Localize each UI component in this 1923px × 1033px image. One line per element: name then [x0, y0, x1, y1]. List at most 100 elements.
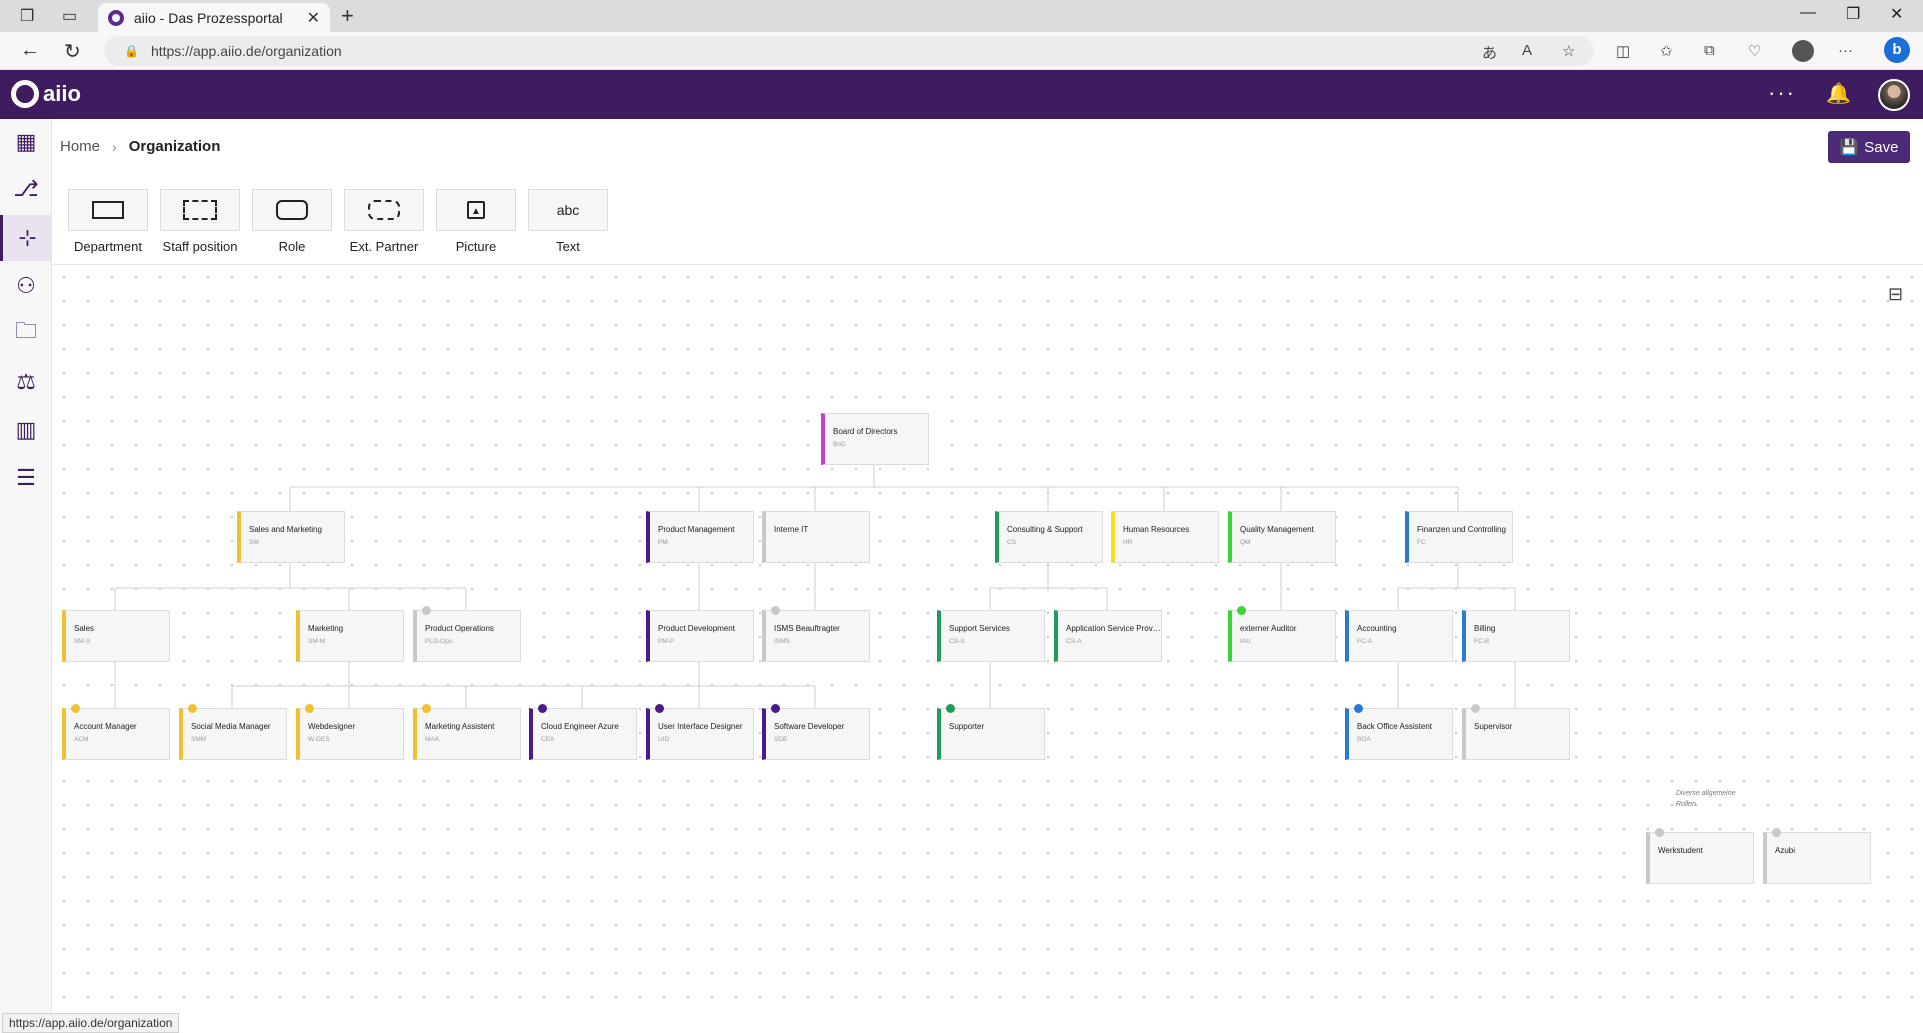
org-node-name: Product Operations: [425, 624, 494, 633]
org-node-ws[interactable]: Werkstudent: [1646, 828, 1754, 884]
org-node-cea[interactable]: Cloud Engineer Azure CEA: [529, 704, 637, 760]
role-cap-icon: [1237, 606, 1246, 615]
org-node-name: Azubi: [1775, 846, 1796, 855]
org-node-name: Support Services: [949, 624, 1010, 633]
role-cap-icon: [771, 704, 780, 713]
org-node-pd[interactable]: Product Development PM-P: [646, 610, 754, 662]
note-line-2: Rollen: [1676, 801, 1696, 808]
role-cap-icon: [305, 704, 314, 713]
note-line-1: Diverse allgemeine: [1676, 790, 1736, 797]
org-node-name: Marketing Assistent: [425, 722, 495, 731]
org-node-abbreviation: PLG-Ops: [425, 638, 453, 645]
org-node-abbreviation: CEA: [541, 736, 555, 743]
org-node-iau[interactable]: externer Auditor IAU: [1228, 606, 1336, 662]
org-node-name: ISMS Beauftragter: [774, 624, 840, 633]
org-node-smm[interactable]: Social Media Manager SMM: [179, 704, 287, 760]
role-cap-icon: [1655, 828, 1664, 837]
org-node-abbreviation: UID: [658, 736, 670, 743]
org-node-name: Billing: [1474, 624, 1496, 633]
org-node-name: Marketing: [308, 624, 344, 633]
org-node-name: Sales: [74, 624, 95, 633]
org-node-name: Account Manager: [74, 722, 137, 731]
org-node-name: Product Development: [658, 624, 735, 633]
org-node-wdes[interactable]: Webdesigner W-DES: [296, 704, 404, 760]
org-node-name: User Interface Designer: [658, 722, 743, 731]
org-node-cs[interactable]: Consulting & Support CS: [995, 511, 1103, 563]
org-node-acm[interactable]: Account Manager ACM: [62, 704, 170, 760]
org-node-abbreviation: CS: [1007, 539, 1017, 546]
org-node-abbreviation: FC: [1417, 539, 1426, 546]
org-node-abbreviation: BoD: [833, 441, 846, 448]
org-node-fc[interactable]: Finanzen und Controlling FC: [1405, 511, 1513, 563]
role-cap-icon: [188, 704, 197, 713]
org-node-ss[interactable]: Support Services CS-S: [937, 610, 1045, 662]
org-node-asp[interactable]: Application Service Provi... CS-A: [1054, 610, 1162, 662]
org-node-sde[interactable]: Software Developer SDE: [762, 704, 870, 760]
org-node-qm[interactable]: Quality Management QM: [1228, 511, 1336, 563]
org-node-name: Supervisor: [1474, 722, 1513, 731]
org-node-isms[interactable]: ISMS Beauftragter ISMS: [762, 606, 870, 662]
org-node-abbreviation: SM-M: [308, 638, 326, 645]
org-node-abbreviation: IAU: [1240, 638, 1251, 645]
org-node-name: Consulting & Support: [1007, 525, 1083, 534]
role-cap-icon: [1354, 704, 1363, 713]
org-node-abbreviation: QM: [1240, 539, 1251, 546]
org-node-name: Human Resources: [1123, 525, 1190, 534]
org-node-pm[interactable]: Product Management PM: [646, 511, 754, 563]
role-cap-icon: [946, 704, 955, 713]
org-node-plg[interactable]: Product Operations PLG-Ops: [413, 606, 521, 662]
org-node-name: Social Media Manager: [191, 722, 271, 731]
org-node-sales[interactable]: Sales SM-S: [62, 610, 170, 662]
org-node-abbreviation: SM: [249, 539, 259, 546]
role-cap-icon: [655, 704, 664, 713]
org-node-name: externer Auditor: [1240, 624, 1297, 633]
org-node-boa[interactable]: Back Office Assistent BOA: [1345, 704, 1453, 760]
org-node-abbreviation: CS-A: [1066, 638, 1082, 645]
org-node-name: Board of Directors: [833, 427, 898, 436]
org-node-name: Cloud Engineer Azure: [541, 722, 619, 731]
org-node-name: Back Office Assistent: [1357, 722, 1432, 731]
org-node-abbreviation: W-DES: [308, 736, 330, 743]
org-node-abbreviation: PM: [658, 539, 668, 546]
org-node-abbreviation: ISMS: [774, 638, 790, 645]
org-node-hr[interactable]: Human Resources HR: [1111, 511, 1219, 563]
org-node-abbreviation: ACM: [74, 736, 89, 743]
role-cap-icon: [422, 704, 431, 713]
org-node-name: Accounting: [1357, 624, 1397, 633]
org-node-abbreviation: SMM: [191, 736, 207, 743]
org-node-abbreviation: SM-S: [74, 638, 91, 645]
org-node-abbreviation: PM-P: [658, 638, 675, 645]
role-cap-icon: [1772, 828, 1781, 837]
org-node-name: Software Developer: [774, 722, 845, 731]
org-node-name: Webdesigner: [308, 722, 355, 731]
org-node-abbreviation: SDE: [774, 736, 788, 743]
org-node-bod[interactable]: Board of Directors BoD: [821, 413, 929, 465]
org-node-bill[interactable]: Billing FC-B: [1462, 610, 1570, 662]
org-node-name: Quality Management: [1240, 525, 1314, 534]
role-cap-icon: [771, 606, 780, 615]
canvas-text-note[interactable]: Diverse allgemeine Rollen: [1676, 788, 1766, 810]
status-bar-url: https://app.aiio.de/organization: [2, 1013, 180, 1033]
org-node-abbreviation: CS-S: [949, 638, 965, 645]
role-cap-icon: [422, 606, 431, 615]
org-node-uid[interactable]: User Interface Designer UID: [646, 704, 754, 760]
role-cap-icon: [71, 704, 80, 713]
org-node-name: Interne IT: [774, 525, 809, 534]
org-node-name: Product Management: [658, 525, 735, 534]
org-node-abbreviation: FC-A: [1357, 638, 1373, 645]
org-node-abbreviation: BOA: [1357, 736, 1371, 743]
org-node-name: Application Service Provi...: [1066, 624, 1161, 633]
org-node-acc[interactable]: Accounting FC-A: [1345, 610, 1453, 662]
org-node-mkt[interactable]: Marketing SM-M: [296, 610, 404, 662]
role-cap-icon: [538, 704, 547, 713]
org-node-abbreviation: HR: [1123, 539, 1133, 546]
org-node-svr[interactable]: Supervisor: [1462, 704, 1570, 760]
org-node-abbreviation: MAA: [425, 736, 440, 743]
org-node-az[interactable]: Azubi: [1763, 828, 1871, 884]
org-node-name: Werkstudent: [1658, 846, 1703, 855]
org-node-iit[interactable]: Interne IT: [762, 511, 870, 563]
org-node-sup[interactable]: Supporter: [937, 704, 1045, 760]
role-cap-icon: [1471, 704, 1480, 713]
org-node-maa[interactable]: Marketing Assistent MAA: [413, 704, 521, 760]
org-node-sam[interactable]: Sales and Marketing SM: [237, 511, 345, 563]
